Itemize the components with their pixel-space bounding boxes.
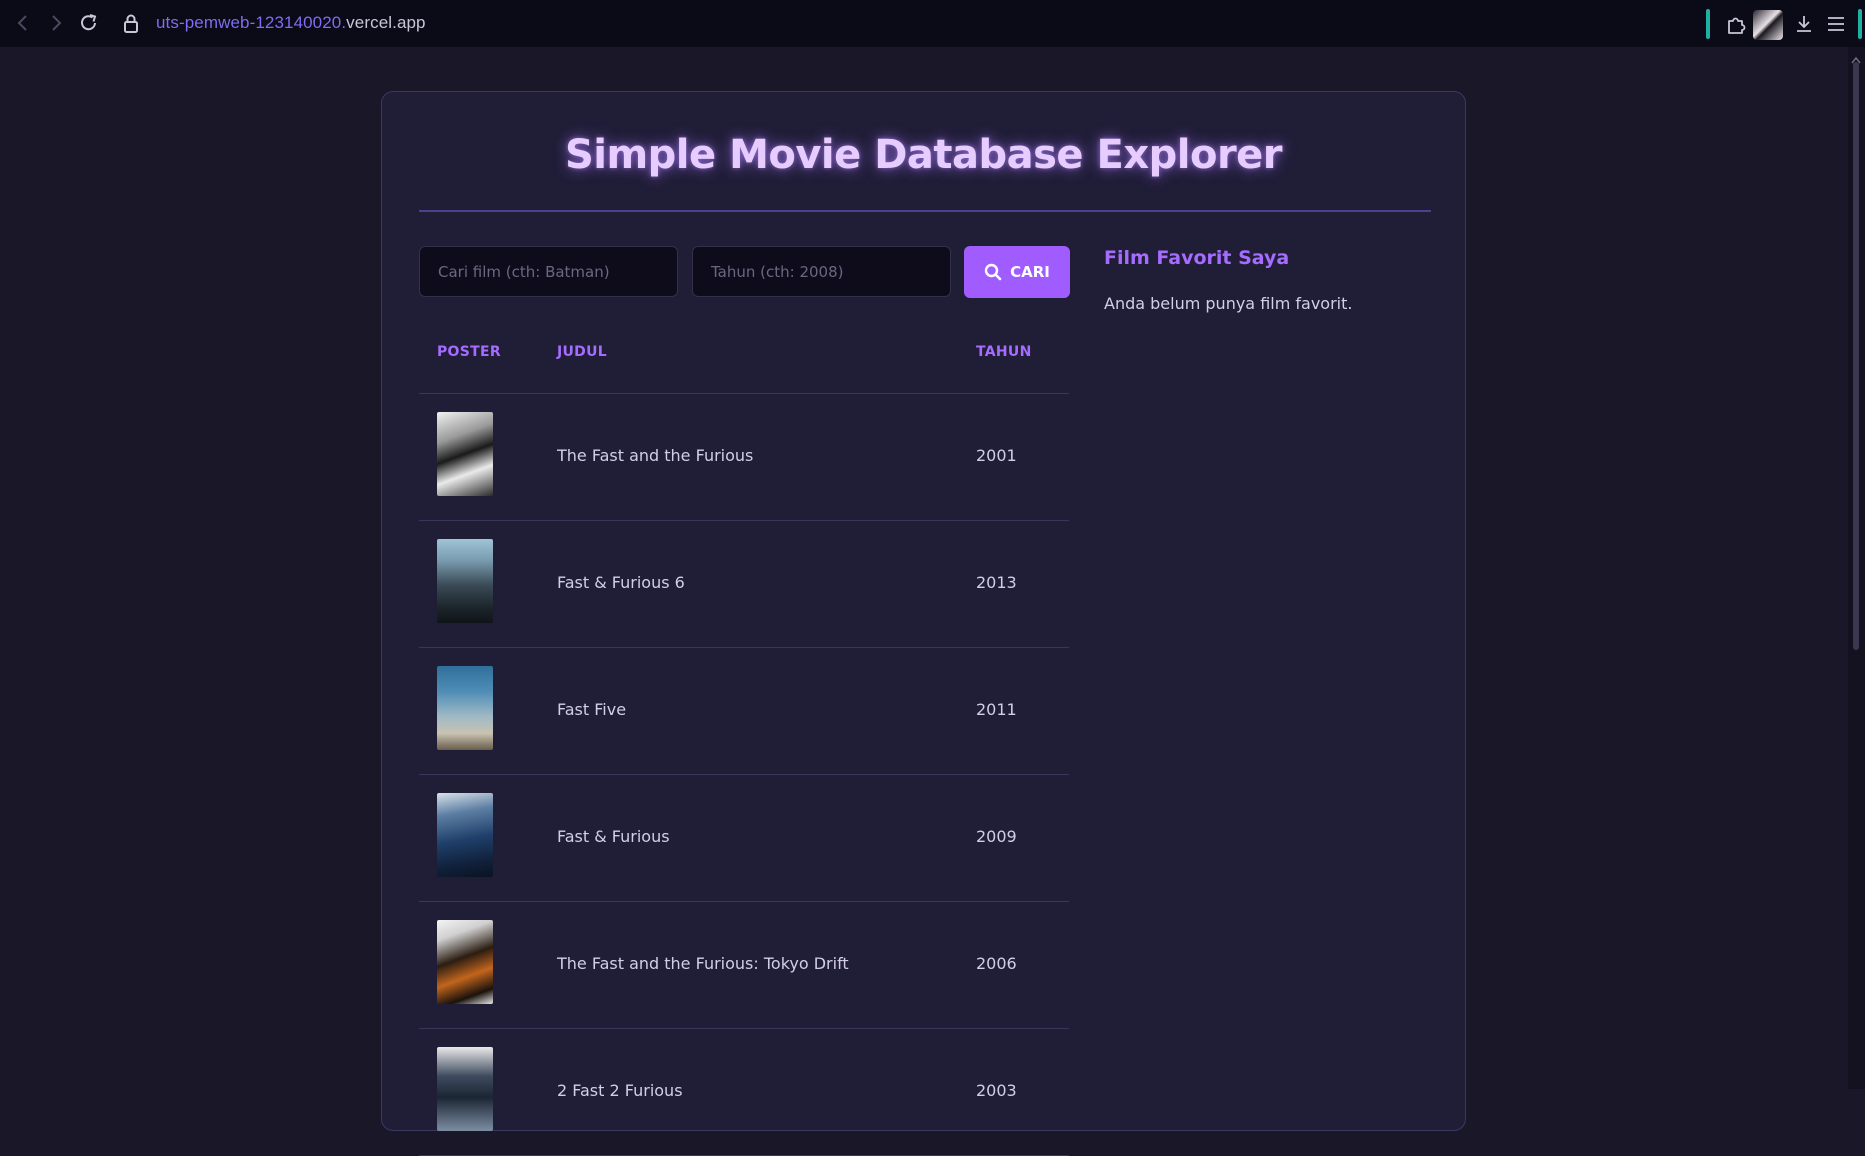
- search-button-label: CARI: [1010, 263, 1050, 281]
- movie-title: Fast Five: [557, 700, 627, 719]
- page-title: Simple Movie Database Explorer: [564, 132, 1283, 178]
- movie-year: 2003: [976, 1081, 1017, 1100]
- table-row[interactable]: The Fast and the Furious: Tokyo Drift 20…: [419, 902, 1069, 1029]
- lock-icon[interactable]: [121, 12, 141, 34]
- movie-year: 2009: [976, 827, 1017, 846]
- address-bar[interactable]: uts-pemweb-123140020.vercel.app: [156, 13, 426, 33]
- movie-title: The Fast and the Furious: [557, 446, 754, 465]
- profile-avatar[interactable]: [1753, 10, 1783, 40]
- movie-poster: [437, 793, 493, 877]
- table-row[interactable]: 2 Fast 2 Furious 2003: [419, 1029, 1069, 1156]
- toolbar-accent: [1858, 9, 1862, 39]
- movie-poster: [437, 920, 493, 1004]
- page-scrollbar-thumb[interactable]: [1853, 62, 1859, 650]
- table-row[interactable]: Fast & Furious 6 2013: [419, 521, 1069, 648]
- forward-icon[interactable]: [45, 12, 67, 34]
- extensions-icon[interactable]: [1724, 12, 1748, 36]
- search-button[interactable]: CARI: [964, 246, 1070, 298]
- table-row[interactable]: The Fast and the Furious 2001: [419, 394, 1069, 521]
- movie-year: 2013: [976, 573, 1017, 592]
- title-divider: [419, 210, 1431, 212]
- movie-poster: [437, 412, 493, 496]
- table-row[interactable]: Fast & Furious 2009: [419, 775, 1069, 902]
- movie-title: The Fast and the Furious: Tokyo Drift: [557, 954, 849, 973]
- movie-title: Fast & Furious 6: [557, 573, 685, 592]
- header-tahun: TAHUN: [976, 344, 1032, 360]
- movie-table: POSTER JUDUL TAHUN The Fast and the Furi…: [419, 308, 1069, 1156]
- title-search-input[interactable]: [419, 246, 678, 297]
- movie-year: 2006: [976, 954, 1017, 973]
- browser-toolbar: uts-pemweb-123140020.vercel.app: [0, 0, 1865, 47]
- favorites-empty-message: Anda belum punya film favorit.: [1104, 294, 1353, 313]
- year-search-input[interactable]: [692, 246, 951, 297]
- toolbar-divider: [1706, 9, 1710, 39]
- table-row[interactable]: Fast Five 2011: [419, 648, 1069, 775]
- back-icon[interactable]: [12, 12, 34, 34]
- movie-poster: [437, 666, 493, 750]
- menu-icon[interactable]: [1824, 12, 1848, 36]
- movie-poster: [437, 1047, 493, 1131]
- movie-title: Fast & Furious: [557, 827, 670, 846]
- main-card: Simple Movie Database Explorer CARI POST…: [381, 91, 1466, 1156]
- header-judul: JUDUL: [557, 344, 607, 360]
- url-subdomain: uts-pemweb-123140020.: [156, 13, 347, 32]
- movie-year: 2011: [976, 700, 1017, 719]
- url-domain: vercel.app: [346, 13, 426, 32]
- download-icon[interactable]: [1792, 12, 1816, 36]
- header-poster: POSTER: [437, 344, 501, 360]
- movie-year: 2001: [976, 446, 1017, 465]
- movie-title: 2 Fast 2 Furious: [557, 1081, 683, 1100]
- table-header: POSTER JUDUL TAHUN: [419, 308, 1069, 394]
- movie-poster: [437, 539, 493, 623]
- search-icon: [984, 263, 1002, 281]
- reload-icon[interactable]: [78, 12, 100, 34]
- favorites-heading: Film Favorit Saya: [1104, 247, 1290, 269]
- scroll-up-icon[interactable]: [1850, 50, 1862, 64]
